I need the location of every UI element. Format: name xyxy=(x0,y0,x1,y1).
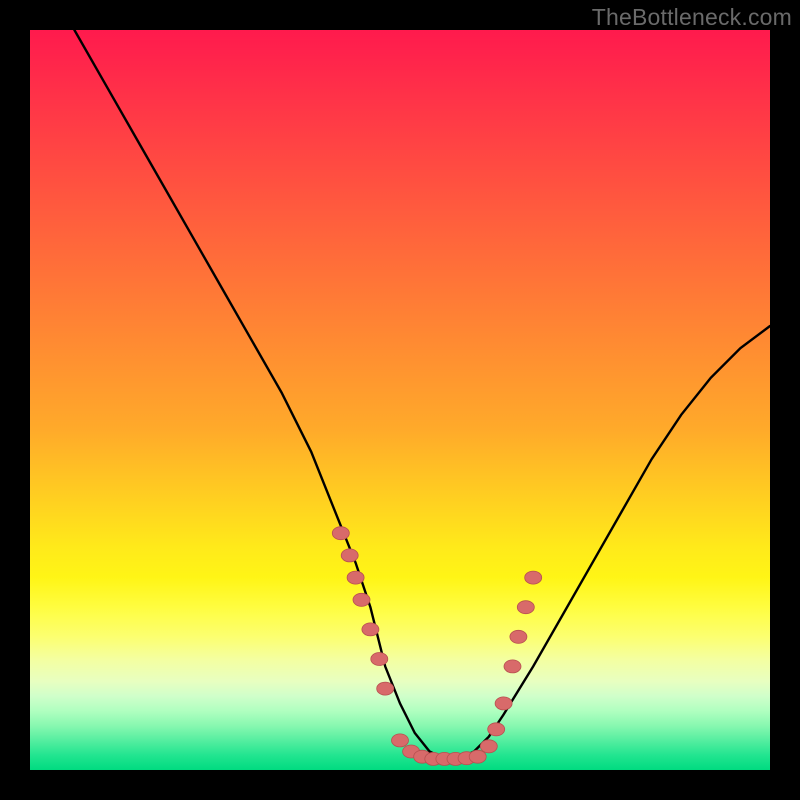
marker-point xyxy=(353,593,370,606)
marker-point xyxy=(469,750,486,763)
watermark-label: TheBottleneck.com xyxy=(592,4,792,31)
plot-area xyxy=(30,30,770,770)
marker-point xyxy=(525,571,542,584)
marker-point xyxy=(510,630,527,643)
chart-frame: TheBottleneck.com xyxy=(0,0,800,800)
marker-point xyxy=(517,601,534,614)
marker-point xyxy=(495,697,512,710)
marker-point xyxy=(480,740,497,753)
marker-point xyxy=(377,682,394,695)
marker-point xyxy=(371,653,388,666)
marker-point xyxy=(504,660,521,673)
marker-group xyxy=(332,527,541,766)
marker-point xyxy=(347,571,364,584)
marker-point xyxy=(341,549,358,562)
bottleneck-curve xyxy=(74,30,770,759)
marker-point xyxy=(392,734,409,747)
plot-svg xyxy=(30,30,770,770)
marker-point xyxy=(362,623,379,636)
marker-point xyxy=(488,723,505,736)
marker-point xyxy=(332,527,349,540)
